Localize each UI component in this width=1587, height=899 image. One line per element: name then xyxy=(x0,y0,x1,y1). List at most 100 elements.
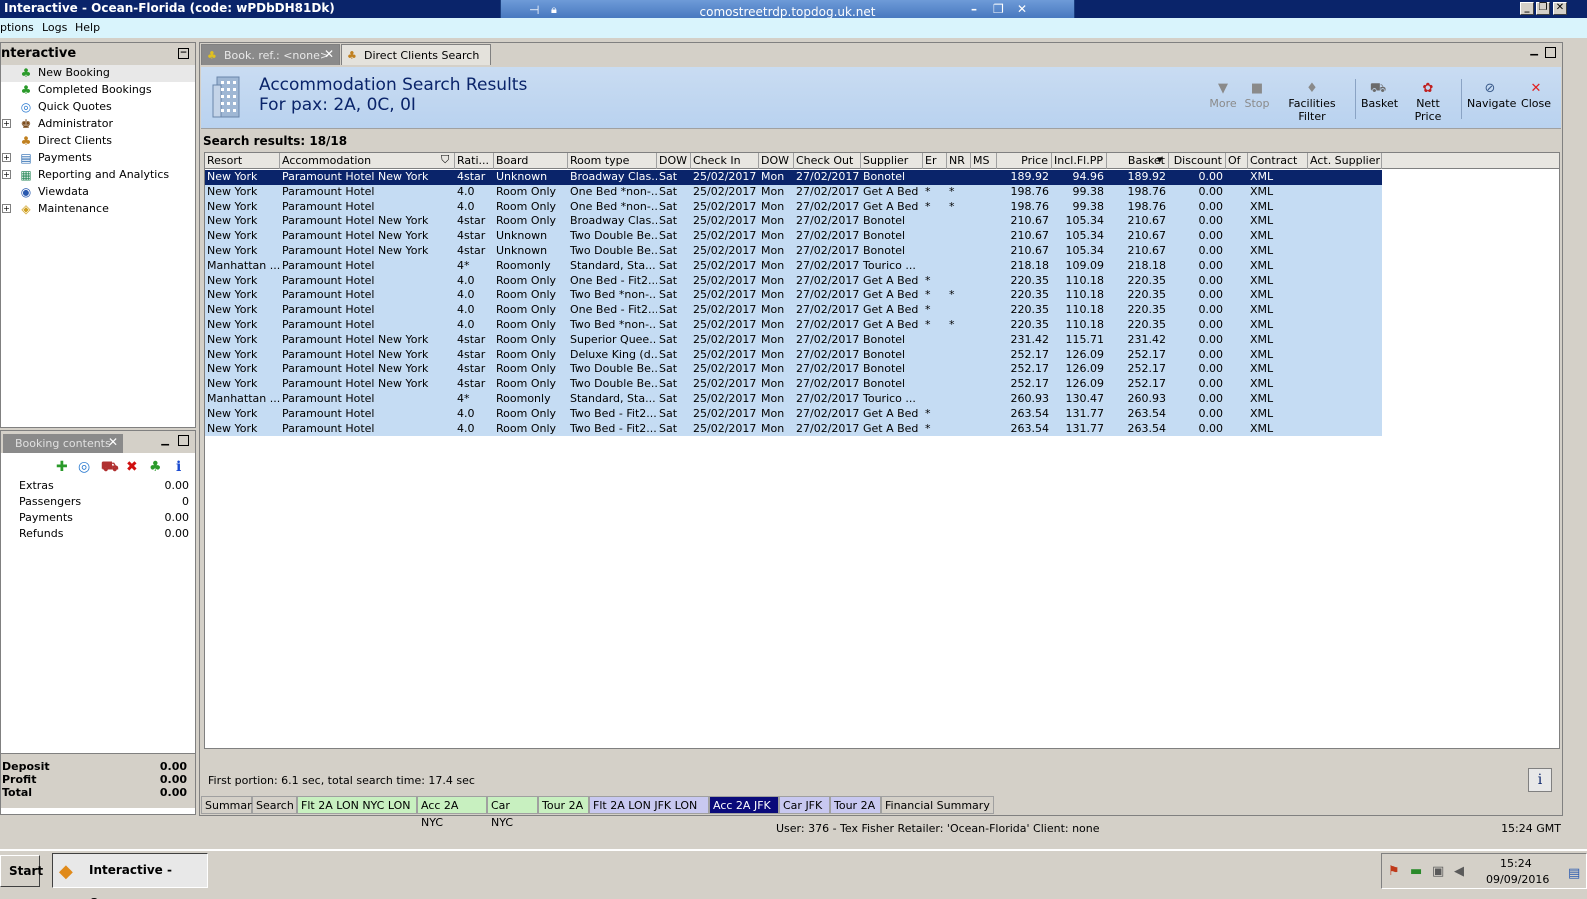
expand-icon[interactable]: + xyxy=(2,119,11,128)
show-desktop-icon[interactable]: ▤ xyxy=(1568,866,1580,881)
column-header[interactable]: DOW xyxy=(657,153,691,169)
tab-acc-2a-jfk[interactable]: Acc 2A JFK xyxy=(709,796,779,814)
table-row[interactable]: New York Paramount Hotel 4.0 Room Only One B… xyxy=(205,273,1382,289)
rdp-close-icon[interactable]: ✕ xyxy=(1017,2,1027,16)
windows-flag-icon[interactable]: ⚑ xyxy=(1388,864,1400,879)
menu-options[interactable]: ptions xyxy=(0,21,34,34)
minimize-icon[interactable]: ▁ xyxy=(161,435,169,446)
column-header[interactable]: Room type xyxy=(568,153,657,169)
collapse-icon[interactable]: − xyxy=(178,48,189,59)
palm-tree-icon[interactable]: ♣ xyxy=(149,459,162,475)
maximize-icon[interactable] xyxy=(1545,47,1556,58)
expand-icon[interactable]: + xyxy=(2,170,11,179)
close-button[interactable]: ✕ Close xyxy=(1521,81,1551,110)
minimize-icon[interactable]: ▁ xyxy=(1530,45,1538,56)
column-header[interactable]: Discount xyxy=(1169,153,1226,169)
column-header[interactable]: Supplier xyxy=(861,153,923,169)
menu-help[interactable]: Help xyxy=(75,21,100,34)
sidebar-item-completed-bookings[interactable]: ♣ Completed Bookings xyxy=(1,82,195,99)
table-row[interactable]: New York Paramount Hotel New York 4star Unk… xyxy=(205,170,1382,185)
more-button[interactable]: ▼ More xyxy=(1209,81,1237,110)
column-header[interactable]: Accommodation xyxy=(280,153,455,169)
booking-contents-row[interactable]: Extras 0.00 xyxy=(1,479,195,495)
table-row[interactable]: New York Paramount Hotel 4.0 Room Only One B… xyxy=(205,184,1382,200)
column-header[interactable]: Price xyxy=(997,153,1052,169)
sort-descending-icon[interactable]: ▾ xyxy=(1157,153,1163,166)
speaker-muted-icon[interactable]: ◀ xyxy=(1454,864,1464,879)
monitor-icon[interactable]: ▣ xyxy=(1432,864,1444,879)
column-header[interactable]: Rati... xyxy=(455,153,494,169)
column-header[interactable]: Board xyxy=(494,153,568,169)
navigate-button[interactable]: ⊘ Navigate xyxy=(1467,81,1516,110)
sidebar-item-quick-quotes[interactable]: ◎ Quick Quotes xyxy=(1,99,195,116)
table-row[interactable]: New York Paramount Hotel 4.0 Room Only Two B… xyxy=(205,406,1382,422)
table-row[interactable]: New York Paramount Hotel 4.0 Room Only Two B… xyxy=(205,288,1382,304)
tab-search[interactable]: Search xyxy=(252,796,297,814)
sidebar-item-reporting-and-analytics[interactable]: + ▦ Reporting and Analytics xyxy=(1,167,195,184)
table-row[interactable]: New York Paramount Hotel 4.0 Room Only Two B… xyxy=(205,318,1382,333)
add-icon[interactable]: ✚ xyxy=(56,459,68,475)
table-row[interactable]: New York Paramount Hotel New York 4star Roo… xyxy=(205,214,1382,230)
window-restore-icon[interactable]: ❐ xyxy=(1536,2,1550,15)
table-row[interactable]: Manhattan ... Paramount Hotel 4* Roomonly St… xyxy=(205,258,1382,274)
table-row[interactable]: New York Paramount Hotel 4.0 Room Only Two B… xyxy=(205,421,1382,437)
column-header[interactable]: MS xyxy=(971,153,997,169)
table-row[interactable]: New York Paramount Hotel 4.0 Room Only One B… xyxy=(205,199,1382,215)
tab-car-nyc[interactable]: Car NYC xyxy=(487,796,538,829)
sidebar-item-viewdata[interactable]: ◉ Viewdata xyxy=(1,184,195,201)
tab-booking-ref[interactable]: ♣ Book. ref.: <none> ✕ xyxy=(201,44,340,65)
delete-icon[interactable]: ✖ xyxy=(126,459,138,475)
taskbar-item-interactive[interactable]: ◆ Interactive - Ocea... xyxy=(52,853,208,899)
network-card-icon[interactable]: ▬ xyxy=(1410,864,1422,879)
column-header[interactable]: NR xyxy=(947,153,971,169)
info-button[interactable]: i xyxy=(1528,768,1552,792)
table-row[interactable]: Manhattan ... Paramount Hotel 4* Roomonly St… xyxy=(205,392,1382,407)
column-header[interactable]: Incl.Fl.PP xyxy=(1052,153,1107,169)
close-tab-icon[interactable]: ✕ xyxy=(324,47,334,61)
column-header[interactable]: DOW xyxy=(759,153,794,169)
tab-flt-2a-lon-jfk-lon[interactable]: Flt 2A LON JFK LON xyxy=(589,796,709,814)
nett-price-button[interactable]: ✿ Nett Price xyxy=(1403,81,1453,123)
tab-flt-2a-lon-nyc-lon[interactable]: Flt 2A LON NYC LON xyxy=(297,796,417,814)
sidebar-item-administrator[interactable]: + ♚ Administrator xyxy=(1,116,195,133)
column-header[interactable]: Er xyxy=(923,153,947,169)
maximize-icon[interactable] xyxy=(178,435,189,446)
rdp-restore-icon[interactable]: ❐ xyxy=(993,2,1004,16)
table-row[interactable]: New York Paramount Hotel New York 4star Roo… xyxy=(205,332,1382,348)
sidebar-item-payments[interactable]: + ▤ Payments xyxy=(1,150,195,167)
menu-logs[interactable]: Logs xyxy=(42,21,67,34)
table-row[interactable]: New York Paramount Hotel New York 4star Roo… xyxy=(205,362,1382,378)
booking-contents-row[interactable]: Refunds 0.00 xyxy=(1,527,195,543)
column-header[interactable]: Of xyxy=(1226,153,1248,169)
sidebar-item-direct-clients[interactable]: ♣ Direct Clients xyxy=(1,133,195,150)
table-row[interactable]: New York Paramount Hotel New York 4star Roo… xyxy=(205,377,1382,392)
tab-financial-summary[interactable]: Financial Summary xyxy=(881,796,994,814)
tab-acc-2a-nyc[interactable]: Acc 2A NYC xyxy=(417,796,487,829)
window-minimize-icon[interactable]: _ xyxy=(1520,2,1534,15)
table-row[interactable]: New York Paramount Hotel New York 4star Unk… xyxy=(205,244,1382,259)
filter-icon[interactable]: ⛉ xyxy=(441,153,449,167)
booking-contents-row[interactable]: Payments 0.00 xyxy=(1,511,195,527)
tab-car-jfk[interactable]: Car JFK xyxy=(779,796,830,814)
start-button[interactable]: Start xyxy=(0,855,43,887)
column-header[interactable]: Check In xyxy=(691,153,759,169)
info-icon[interactable]: i xyxy=(176,459,181,475)
column-header[interactable]: Act. Supplier xyxy=(1308,153,1382,169)
booking-contents-row[interactable]: Passengers 0 xyxy=(1,495,195,511)
expand-icon[interactable]: + xyxy=(2,153,11,162)
basket-button[interactable]: ⛟ Basket xyxy=(1361,81,1398,110)
table-row[interactable]: New York Paramount Hotel New York 4star Roo… xyxy=(205,347,1382,363)
tab-tour-2a[interactable]: Tour 2A xyxy=(538,796,589,814)
window-close-icon[interactable]: ✕ xyxy=(1553,2,1567,15)
column-header[interactable]: Contract xyxy=(1248,153,1308,169)
column-header[interactable]: Check Out xyxy=(794,153,861,169)
expand-icon[interactable]: + xyxy=(2,204,11,213)
tab-tour-2a[interactable]: Tour 2A xyxy=(830,796,881,814)
sidebar-item-new-booking[interactable]: ♣ New Booking xyxy=(1,65,195,82)
refresh-globe-icon[interactable]: ◎ xyxy=(78,459,90,475)
close-tab-icon[interactable]: ✕ xyxy=(108,435,118,449)
table-row[interactable]: New York Paramount Hotel New York 4star Unk… xyxy=(205,229,1382,244)
stop-button[interactable]: ■ Stop xyxy=(1243,81,1271,110)
tab-direct-clients-search[interactable]: ♣ Direct Clients Search xyxy=(341,44,491,65)
sidebar-item-maintenance[interactable]: + ◈ Maintenance xyxy=(1,201,195,218)
